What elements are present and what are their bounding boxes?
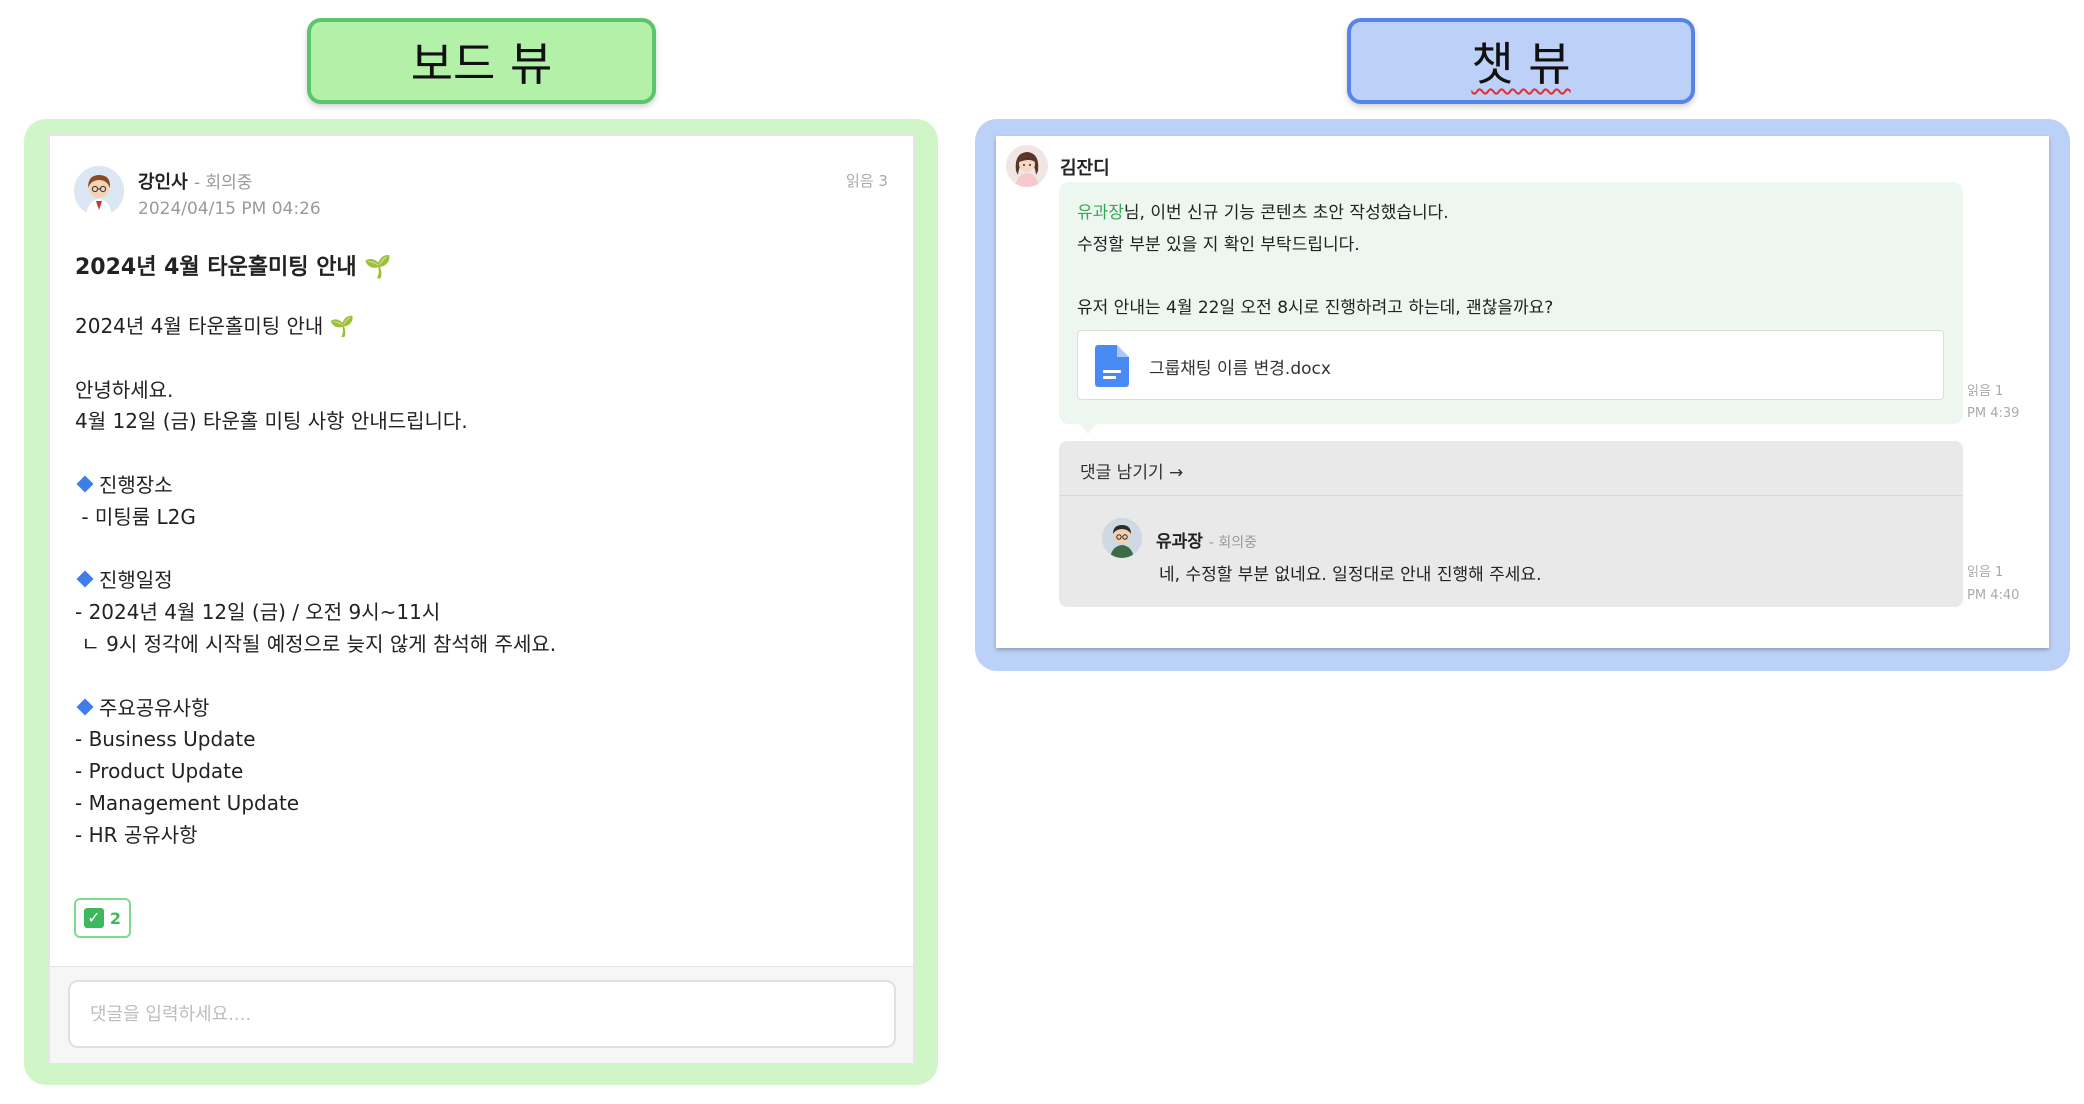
- diamond-icon: [76, 570, 94, 588]
- post-body-line: 2024년 4월 타운홀미팅 안내 🌱: [75, 314, 355, 338]
- reply-time: PM 4:40: [1967, 588, 2020, 603]
- post-body-line: - Business Update: [75, 727, 256, 752]
- reply-avatar[interactable]: [1102, 518, 1142, 558]
- post-body-line: [75, 661, 556, 693]
- post-body-line: - Product Update: [75, 759, 244, 784]
- comment-divider: [1059, 495, 1963, 496]
- post-author-status: - 회의중: [193, 173, 253, 193]
- message-line: 유저 안내는 4월 22일 오전 8시로 진행하려고 하는데, 괜찮을까요?: [1077, 297, 1554, 318]
- message-line: 유과장님, 이번 신규 기능 콘텐츠 초안 작성했습니다.: [1077, 198, 1553, 230]
- message-text: 유과장님, 이번 신규 기능 콘텐츠 초안 작성했습니다. 수정할 부분 있을 …: [1077, 198, 1553, 324]
- post-body-line: - 2024년 4월 12일 (금) / 오전 9시~11시: [75, 600, 441, 625]
- message-read-count[interactable]: 읽음 1: [1967, 380, 2003, 399]
- comment-input[interactable]: [68, 980, 896, 1048]
- diamond-icon: [76, 475, 94, 493]
- section-heading-text: 진행장소: [99, 472, 173, 497]
- post-body-line: 4월 12일 (금) 타운홀 미팅 사항 안내드립니다.: [75, 409, 468, 434]
- message-line-rest: 님, 이번 신규 기능 콘텐츠 초안 작성했습니다.: [1123, 203, 1449, 223]
- post-body: 2024년 4월 타운홀미팅 안내 🌱 안녕하세요. 4월 12일 (금) 타운…: [75, 311, 556, 852]
- sender-name[interactable]: 김잔디: [1060, 154, 1110, 180]
- section-heading-text: 주요공유사항: [99, 695, 210, 720]
- reply-text: 네, 수정할 부분 없네요. 일정대로 안내 진행해 주세요.: [1159, 565, 1542, 585]
- message-time: PM 4:39: [1967, 406, 2020, 421]
- board-view-label-text: 보드 뷰: [410, 37, 553, 91]
- file-attachment[interactable]: 그룹채팅 이름 변경.docx: [1077, 330, 1944, 400]
- post-body-line: [75, 343, 556, 375]
- reaction-check-button[interactable]: ✓ 2: [74, 898, 131, 938]
- mention-link[interactable]: 유과장: [1077, 203, 1124, 223]
- section-heading-text: 진행일정: [99, 568, 173, 593]
- post-title: 2024년 4월 타운홀미팅 안내 🌱: [75, 255, 392, 280]
- post-body-line: - 미팅룸 L2G: [75, 504, 196, 529]
- chat-view-label: 챗 뷰: [1347, 18, 1695, 104]
- leave-comment-link[interactable]: 댓글 남기기 →: [1080, 458, 1183, 483]
- post-body-line: [75, 438, 556, 470]
- reaction-count: 2: [109, 908, 122, 928]
- docx-file-icon: [1095, 345, 1129, 387]
- post-section-heading: 진행장소: [75, 470, 556, 502]
- chat-view-label-text: 챗 뷰: [1471, 37, 1571, 91]
- message-line: [1077, 261, 1553, 293]
- diamond-icon: [76, 698, 94, 716]
- author-avatar[interactable]: [74, 166, 124, 216]
- post-body-line: 안녕하세요.: [75, 377, 174, 402]
- reply-read-count[interactable]: 읽음 1: [1967, 561, 2003, 580]
- message-line: 수정할 부분 있을 지 확인 부탁드립니다.: [1077, 234, 1360, 255]
- post-body-line: - HR 공유사항: [75, 822, 198, 847]
- message-bubble-tail: [1078, 422, 1098, 434]
- reply-author-name[interactable]: 유과장: [1156, 532, 1203, 552]
- reply-author-status: - 회의중: [1208, 535, 1257, 551]
- post-read-count[interactable]: 읽음 3: [846, 170, 888, 191]
- reply-author[interactable]: 유과장 - 회의중: [1156, 527, 1257, 552]
- post-body-line: - Management Update: [75, 790, 300, 815]
- post-body-line: ㄴ 9시 정각에 시작될 예정으로 늦지 않게 참석해 주세요.: [75, 631, 557, 656]
- post-author-name[interactable]: 강인사: [138, 172, 188, 193]
- post-author[interactable]: 강인사 - 회의중: [138, 168, 252, 194]
- post-date: 2024/04/15 PM 04:26: [138, 199, 321, 219]
- post-section-heading: 진행일정: [75, 565, 556, 597]
- post-body-line: [75, 534, 556, 566]
- file-name: 그룹채팅 이름 변경.docx: [1149, 359, 1331, 379]
- sender-avatar[interactable]: [1006, 145, 1048, 187]
- board-view-label: 보드 뷰: [307, 18, 656, 104]
- post-section-heading: 주요공유사항: [75, 693, 556, 725]
- check-mark-icon: ✓: [83, 908, 104, 928]
